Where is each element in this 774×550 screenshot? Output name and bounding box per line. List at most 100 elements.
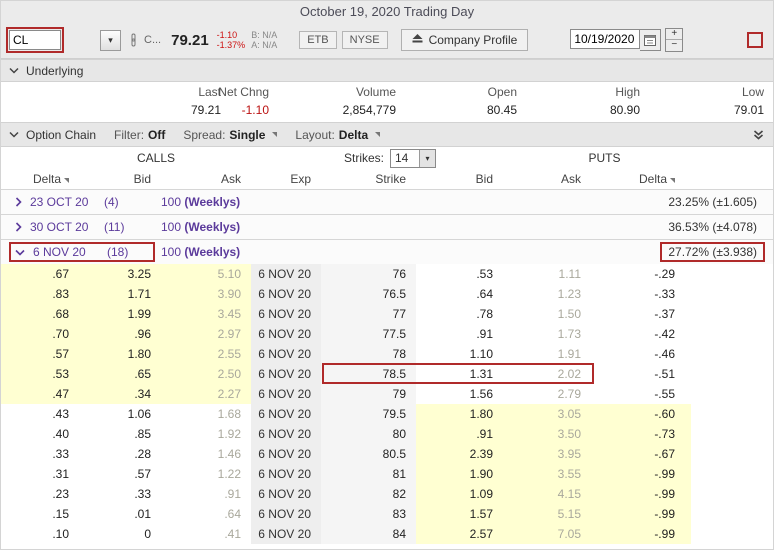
- cell-put-ask[interactable]: 1.50: [503, 304, 591, 324]
- cell-call-bid[interactable]: .57: [79, 464, 161, 484]
- cell-put-delta[interactable]: -.73: [591, 424, 691, 444]
- cell-strike[interactable]: 79: [321, 384, 416, 404]
- cell-call-delta[interactable]: .23: [1, 484, 79, 504]
- cell-call-delta[interactable]: .67: [1, 264, 79, 284]
- column-header-delta[interactable]: Delta: [591, 169, 691, 189]
- cell-call-ask[interactable]: 1.46: [161, 444, 251, 464]
- column-header-delta[interactable]: Delta: [1, 169, 79, 189]
- cell-put-bid[interactable]: 1.90: [416, 464, 503, 484]
- cell-call-bid[interactable]: 1.06: [79, 404, 161, 424]
- cell-exp[interactable]: 6 NOV 20: [251, 324, 321, 344]
- cell-call-ask[interactable]: 2.50: [161, 364, 251, 384]
- cell-call-delta[interactable]: .31: [1, 464, 79, 484]
- cell-call-ask[interactable]: 5.10: [161, 264, 251, 284]
- cell-strike[interactable]: 83: [321, 504, 416, 524]
- cell-put-ask[interactable]: 5.15: [503, 504, 591, 524]
- cell-exp[interactable]: 6 NOV 20: [251, 304, 321, 324]
- cell-strike[interactable]: 84: [321, 524, 416, 544]
- cell-call-delta[interactable]: .47: [1, 384, 79, 404]
- cell-exp[interactable]: 6 NOV 20: [251, 484, 321, 504]
- cell-exp[interactable]: 6 NOV 20: [251, 524, 321, 544]
- calendar-button[interactable]: [640, 29, 661, 51]
- cell-strike[interactable]: 79.5: [321, 404, 416, 424]
- cell-call-bid[interactable]: .65: [79, 364, 161, 384]
- cell-call-bid[interactable]: 1.80: [79, 344, 161, 364]
- cell-call-bid[interactable]: 1.99: [79, 304, 161, 324]
- cell-call-delta[interactable]: .43: [1, 404, 79, 424]
- cell-strike[interactable]: 77: [321, 304, 416, 324]
- cell-put-bid[interactable]: .53: [416, 264, 503, 284]
- cell-call-ask[interactable]: 2.55: [161, 344, 251, 364]
- cell-exp[interactable]: 6 NOV 20: [251, 264, 321, 284]
- cell-put-bid[interactable]: .91: [416, 324, 503, 344]
- cell-strike[interactable]: 80.5: [321, 444, 416, 464]
- cell-call-bid[interactable]: .01: [79, 504, 161, 524]
- column-header-ask[interactable]: Ask: [161, 169, 251, 189]
- cell-exp[interactable]: 6 NOV 20: [251, 464, 321, 484]
- cell-call-delta[interactable]: .68: [1, 304, 79, 324]
- cell-put-delta[interactable]: -.55: [591, 384, 691, 404]
- symbol-dropdown-button[interactable]: ▾: [100, 30, 121, 51]
- cell-put-bid[interactable]: 1.09: [416, 484, 503, 504]
- cell-exp[interactable]: 6 NOV 20: [251, 364, 321, 384]
- cell-call-delta[interactable]: .33: [1, 444, 79, 464]
- cell-call-bid[interactable]: .33: [79, 484, 161, 504]
- cell-put-ask[interactable]: 2.02: [503, 364, 591, 384]
- layout-control[interactable]: Layout: Delta: [295, 128, 380, 142]
- cell-call-delta[interactable]: .70: [1, 324, 79, 344]
- column-header-bid[interactable]: Bid: [416, 169, 503, 189]
- cell-put-bid[interactable]: 1.56: [416, 384, 503, 404]
- cell-strike[interactable]: 76: [321, 264, 416, 284]
- collapse-all-icon[interactable]: [752, 129, 765, 141]
- cell-call-ask[interactable]: 3.90: [161, 284, 251, 304]
- cell-call-ask[interactable]: 3.45: [161, 304, 251, 324]
- cell-put-delta[interactable]: -.33: [591, 284, 691, 304]
- cell-put-ask[interactable]: 1.23: [503, 284, 591, 304]
- cell-call-ask[interactable]: 1.22: [161, 464, 251, 484]
- cell-put-delta[interactable]: -.99: [591, 484, 691, 504]
- cell-call-bid[interactable]: 3.25: [79, 264, 161, 284]
- expiration-row[interactable]: 23 OCT 20(4)100 (Weeklys)23.25% (±1.605): [1, 189, 773, 214]
- expiration-label-group-highlighted[interactable]: 6 NOV 20(18): [9, 242, 155, 262]
- cell-put-bid[interactable]: 1.10: [416, 344, 503, 364]
- column-header-exp[interactable]: Exp: [251, 169, 321, 189]
- cell-put-ask[interactable]: 3.55: [503, 464, 591, 484]
- cell-put-ask[interactable]: 4.15: [503, 484, 591, 504]
- cell-exp[interactable]: 6 NOV 20: [251, 284, 321, 304]
- cell-strike[interactable]: 81: [321, 464, 416, 484]
- date-input[interactable]: [570, 29, 640, 49]
- cell-put-delta[interactable]: -.46: [591, 344, 691, 364]
- column-header-strike[interactable]: Strike: [321, 169, 416, 189]
- cell-exp[interactable]: 6 NOV 20: [251, 444, 321, 464]
- cell-call-delta[interactable]: .40: [1, 424, 79, 444]
- cell-call-ask[interactable]: .41: [161, 524, 251, 544]
- filter-control[interactable]: Filter: Off: [114, 128, 165, 142]
- cell-exp[interactable]: 6 NOV 20: [251, 384, 321, 404]
- cell-exp[interactable]: 6 NOV 20: [251, 424, 321, 444]
- cell-strike[interactable]: 78: [321, 344, 416, 364]
- cell-strike[interactable]: 78.5: [321, 364, 416, 384]
- cell-strike[interactable]: 80: [321, 424, 416, 444]
- expiration-row[interactable]: 30 OCT 20(11)100 (Weeklys)36.53% (±4.078…: [1, 214, 773, 239]
- cell-put-ask[interactable]: 7.05: [503, 524, 591, 544]
- cell-call-delta[interactable]: .15: [1, 504, 79, 524]
- cell-put-bid[interactable]: 1.80: [416, 404, 503, 424]
- cell-call-bid[interactable]: .34: [79, 384, 161, 404]
- cell-call-bid[interactable]: .96: [79, 324, 161, 344]
- cell-put-ask[interactable]: 3.05: [503, 404, 591, 424]
- cell-strike[interactable]: 82: [321, 484, 416, 504]
- cell-put-bid[interactable]: 2.39: [416, 444, 503, 464]
- cell-put-delta[interactable]: -.42: [591, 324, 691, 344]
- cell-put-bid[interactable]: 1.31: [416, 364, 503, 384]
- cell-put-ask[interactable]: 3.95: [503, 444, 591, 464]
- spread-control[interactable]: Spread: Single: [183, 128, 277, 142]
- cell-put-bid[interactable]: 1.57: [416, 504, 503, 524]
- column-header-bid[interactable]: Bid: [79, 169, 161, 189]
- column-header-ask[interactable]: Ask: [503, 169, 591, 189]
- cell-put-delta[interactable]: -.51: [591, 364, 691, 384]
- link-icon[interactable]: [129, 33, 138, 47]
- cell-call-ask[interactable]: 2.97: [161, 324, 251, 344]
- date-stepper[interactable]: + −: [665, 28, 683, 52]
- cell-put-delta[interactable]: -.29: [591, 264, 691, 284]
- cell-put-delta[interactable]: -.67: [591, 444, 691, 464]
